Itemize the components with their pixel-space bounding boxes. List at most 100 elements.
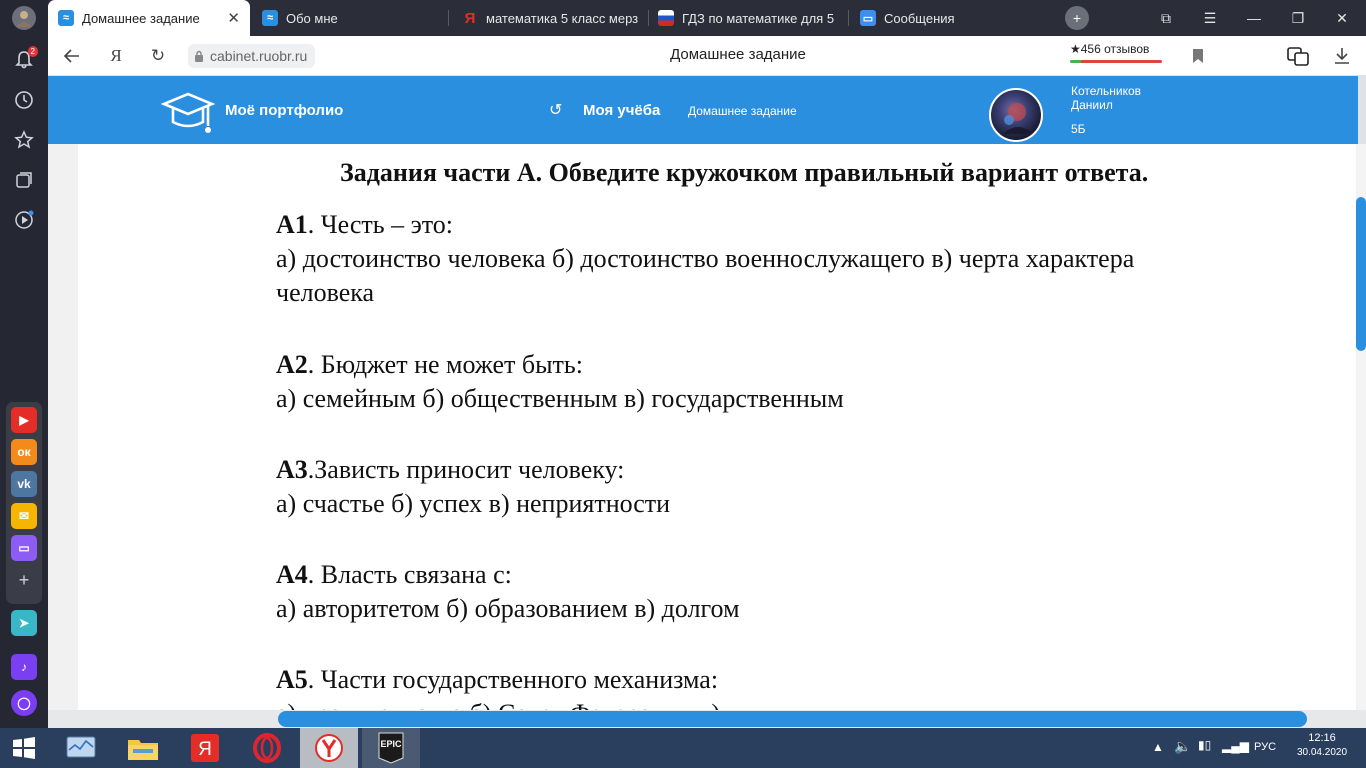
- svg-text:Я: Я: [198, 739, 212, 760]
- rating-bar: [1070, 60, 1162, 63]
- youtube-icon[interactable]: ▶: [11, 407, 37, 433]
- url-field[interactable]: cabinet.ruobr.ru: [188, 44, 316, 68]
- tab-bar: ≈ Домашнее задание ✕ ≈ Обо мне Я математ…: [48, 0, 1366, 36]
- notifications-badge: 2: [27, 46, 38, 57]
- question-a3: А3.Зависть приносит человеку: а) счастье…: [276, 455, 1296, 519]
- question-sep: .: [307, 560, 321, 589]
- language-indicator[interactable]: РУС: [1254, 741, 1276, 753]
- question-text: Бюджет не может быть:: [320, 350, 583, 379]
- url-text: cabinet.ruobr.ru: [210, 48, 308, 64]
- yandex-favicon-icon: Я: [464, 9, 476, 27]
- media-play-icon[interactable]: [8, 204, 40, 236]
- add-app-icon[interactable]: +: [8, 564, 40, 596]
- tab-math-search[interactable]: Я математика 5 класс мерз: [452, 0, 642, 36]
- minimize-icon[interactable]: —: [1242, 6, 1266, 30]
- collections-icon[interactable]: [8, 164, 40, 196]
- alice-assistant-icon[interactable]: ◯: [11, 690, 37, 716]
- question-a4: А4. Власть связана с: а) авторитетом б) …: [276, 560, 1296, 624]
- question-number: А3: [276, 455, 308, 484]
- user-firstname: Даниил: [1071, 98, 1113, 112]
- new-tab-plus-icon[interactable]: +: [1065, 6, 1089, 30]
- question-sep: .: [307, 665, 321, 694]
- answer-options: а) авторитетом б) образованием в) долгом: [276, 594, 740, 623]
- clock[interactable]: 12:16 30.04.2020: [1294, 732, 1350, 758]
- close-tab-icon[interactable]: ✕: [227, 9, 240, 27]
- answer-options: а) правительство б) Совет Федерации в): [276, 699, 1296, 710]
- task-manager-icon[interactable]: [52, 728, 110, 768]
- page-title: Домашнее задание: [670, 46, 806, 63]
- tab-collections-icon[interactable]: ⧉: [1154, 6, 1178, 30]
- opera-icon[interactable]: [238, 728, 296, 768]
- address-bar: Я ↻ cabinet.ruobr.ru Домашнее задание ★4…: [48, 36, 1366, 76]
- homework-link[interactable]: Домашнее задание: [688, 104, 797, 118]
- tab-separator: [448, 10, 449, 26]
- tab-title: ГДЗ по математике для 5: [682, 10, 835, 26]
- bookmarks-star-icon[interactable]: [8, 124, 40, 156]
- close-window-icon[interactable]: ✕: [1330, 6, 1354, 30]
- tab-about-me[interactable]: ≈ Обо мне: [252, 0, 442, 36]
- question-text: Честь – это:: [320, 210, 454, 239]
- mail-icon[interactable]: ✉: [11, 503, 37, 529]
- tab-title: Обо мне: [286, 10, 338, 26]
- avatar[interactable]: [989, 88, 1043, 142]
- odnoklassniki-icon[interactable]: ок: [11, 439, 37, 465]
- history-clock-icon[interactable]: [8, 84, 40, 116]
- volume-icon[interactable]: 🔈: [1174, 738, 1191, 755]
- epic-games-icon[interactable]: EPIC: [362, 728, 420, 768]
- answer-options: а) семейным б) общественным в) государст…: [276, 384, 844, 413]
- portfolio-link[interactable]: Моё портфолио: [225, 102, 343, 119]
- question-a5: А5. Части государственного механизма: а)…: [276, 665, 1296, 710]
- music-icon[interactable]: ♪: [11, 654, 37, 680]
- reviews-rating[interactable]: ★456 отзывов: [1070, 42, 1149, 56]
- tab-title: Домашнее задание: [82, 10, 200, 26]
- menu-hamburger-icon[interactable]: ☰: [1198, 6, 1222, 30]
- graduation-cap-icon[interactable]: [160, 88, 216, 136]
- send-icon[interactable]: ➤: [11, 610, 37, 636]
- bookmark-icon[interactable]: [1186, 44, 1210, 68]
- vertical-scrollbar-thumb[interactable]: [1356, 197, 1366, 351]
- question-number: А1: [276, 210, 308, 239]
- profile-avatar-icon[interactable]: [8, 2, 40, 34]
- question-a1: А1. Честь – это: а) достоинство человека…: [276, 210, 1296, 308]
- lock-icon: [195, 50, 203, 62]
- tab-gdz[interactable]: ГДЗ по математике для 5: [648, 0, 844, 36]
- network-icon[interactable]: ▂▄▆: [1222, 739, 1249, 753]
- question-text: Зависть приносит человеку:: [314, 455, 625, 484]
- tab-homework[interactable]: ≈ Домашнее задание ✕: [48, 0, 250, 36]
- yandex-app-icon[interactable]: Я: [176, 728, 234, 768]
- tray-chevron-icon[interactable]: ▲: [1152, 740, 1164, 754]
- translate-icon[interactable]: [1286, 44, 1310, 68]
- question-text: Части государственного механизма:: [320, 665, 719, 694]
- back-arrow-icon[interactable]: [60, 44, 84, 68]
- reload-icon[interactable]: ↻: [146, 44, 170, 68]
- refresh-icon[interactable]: ↺: [549, 100, 562, 120]
- messages-favicon-icon: ▭: [860, 10, 876, 26]
- notifications-bell-icon[interactable]: 2: [8, 44, 40, 76]
- start-windows-icon[interactable]: [0, 728, 48, 768]
- site-header: Моё портфолио ↺ Моя учёба Домашнее задан…: [48, 76, 1358, 144]
- document-heading: Задания части А. Обведите кружочком прав…: [340, 158, 1149, 187]
- clock-time: 12:16: [1308, 732, 1336, 744]
- restore-icon[interactable]: ❐: [1286, 6, 1310, 30]
- horizontal-scrollbar-thumb[interactable]: [278, 711, 1307, 727]
- my-study-link[interactable]: Моя учёба: [583, 102, 660, 119]
- answer-options: а) достоинство человека б) достоинство в…: [276, 244, 1135, 273]
- tab-title: Сообщения: [884, 10, 955, 26]
- tab-messages[interactable]: ▭ Сообщения: [850, 0, 1050, 36]
- yandex-browser-icon[interactable]: [300, 728, 358, 768]
- question-a2: А2. Бюджет не может быть: а) семейным б)…: [276, 350, 1296, 414]
- messenger-icon[interactable]: ▭: [11, 535, 37, 561]
- ruobr-favicon-icon: ≈: [262, 10, 278, 26]
- tab-title: математика 5 класс мерз: [486, 10, 639, 26]
- question-text: Власть связана с:: [320, 560, 512, 589]
- user-name[interactable]: Котельников Даниил: [1071, 84, 1141, 112]
- answer-options-continued: человека: [276, 278, 375, 307]
- downloads-icon[interactable]: [1330, 44, 1354, 68]
- homework-document: Задания части А. Обведите кружочком прав…: [78, 144, 1356, 710]
- ruobr-favicon-icon: ≈: [58, 10, 74, 26]
- vk-icon[interactable]: vk: [11, 471, 37, 497]
- battery-icon[interactable]: ▮▯: [1198, 738, 1211, 752]
- file-explorer-icon[interactable]: [114, 728, 172, 768]
- yandex-logo-icon[interactable]: Я: [104, 44, 128, 68]
- question-sep: .: [307, 350, 321, 379]
